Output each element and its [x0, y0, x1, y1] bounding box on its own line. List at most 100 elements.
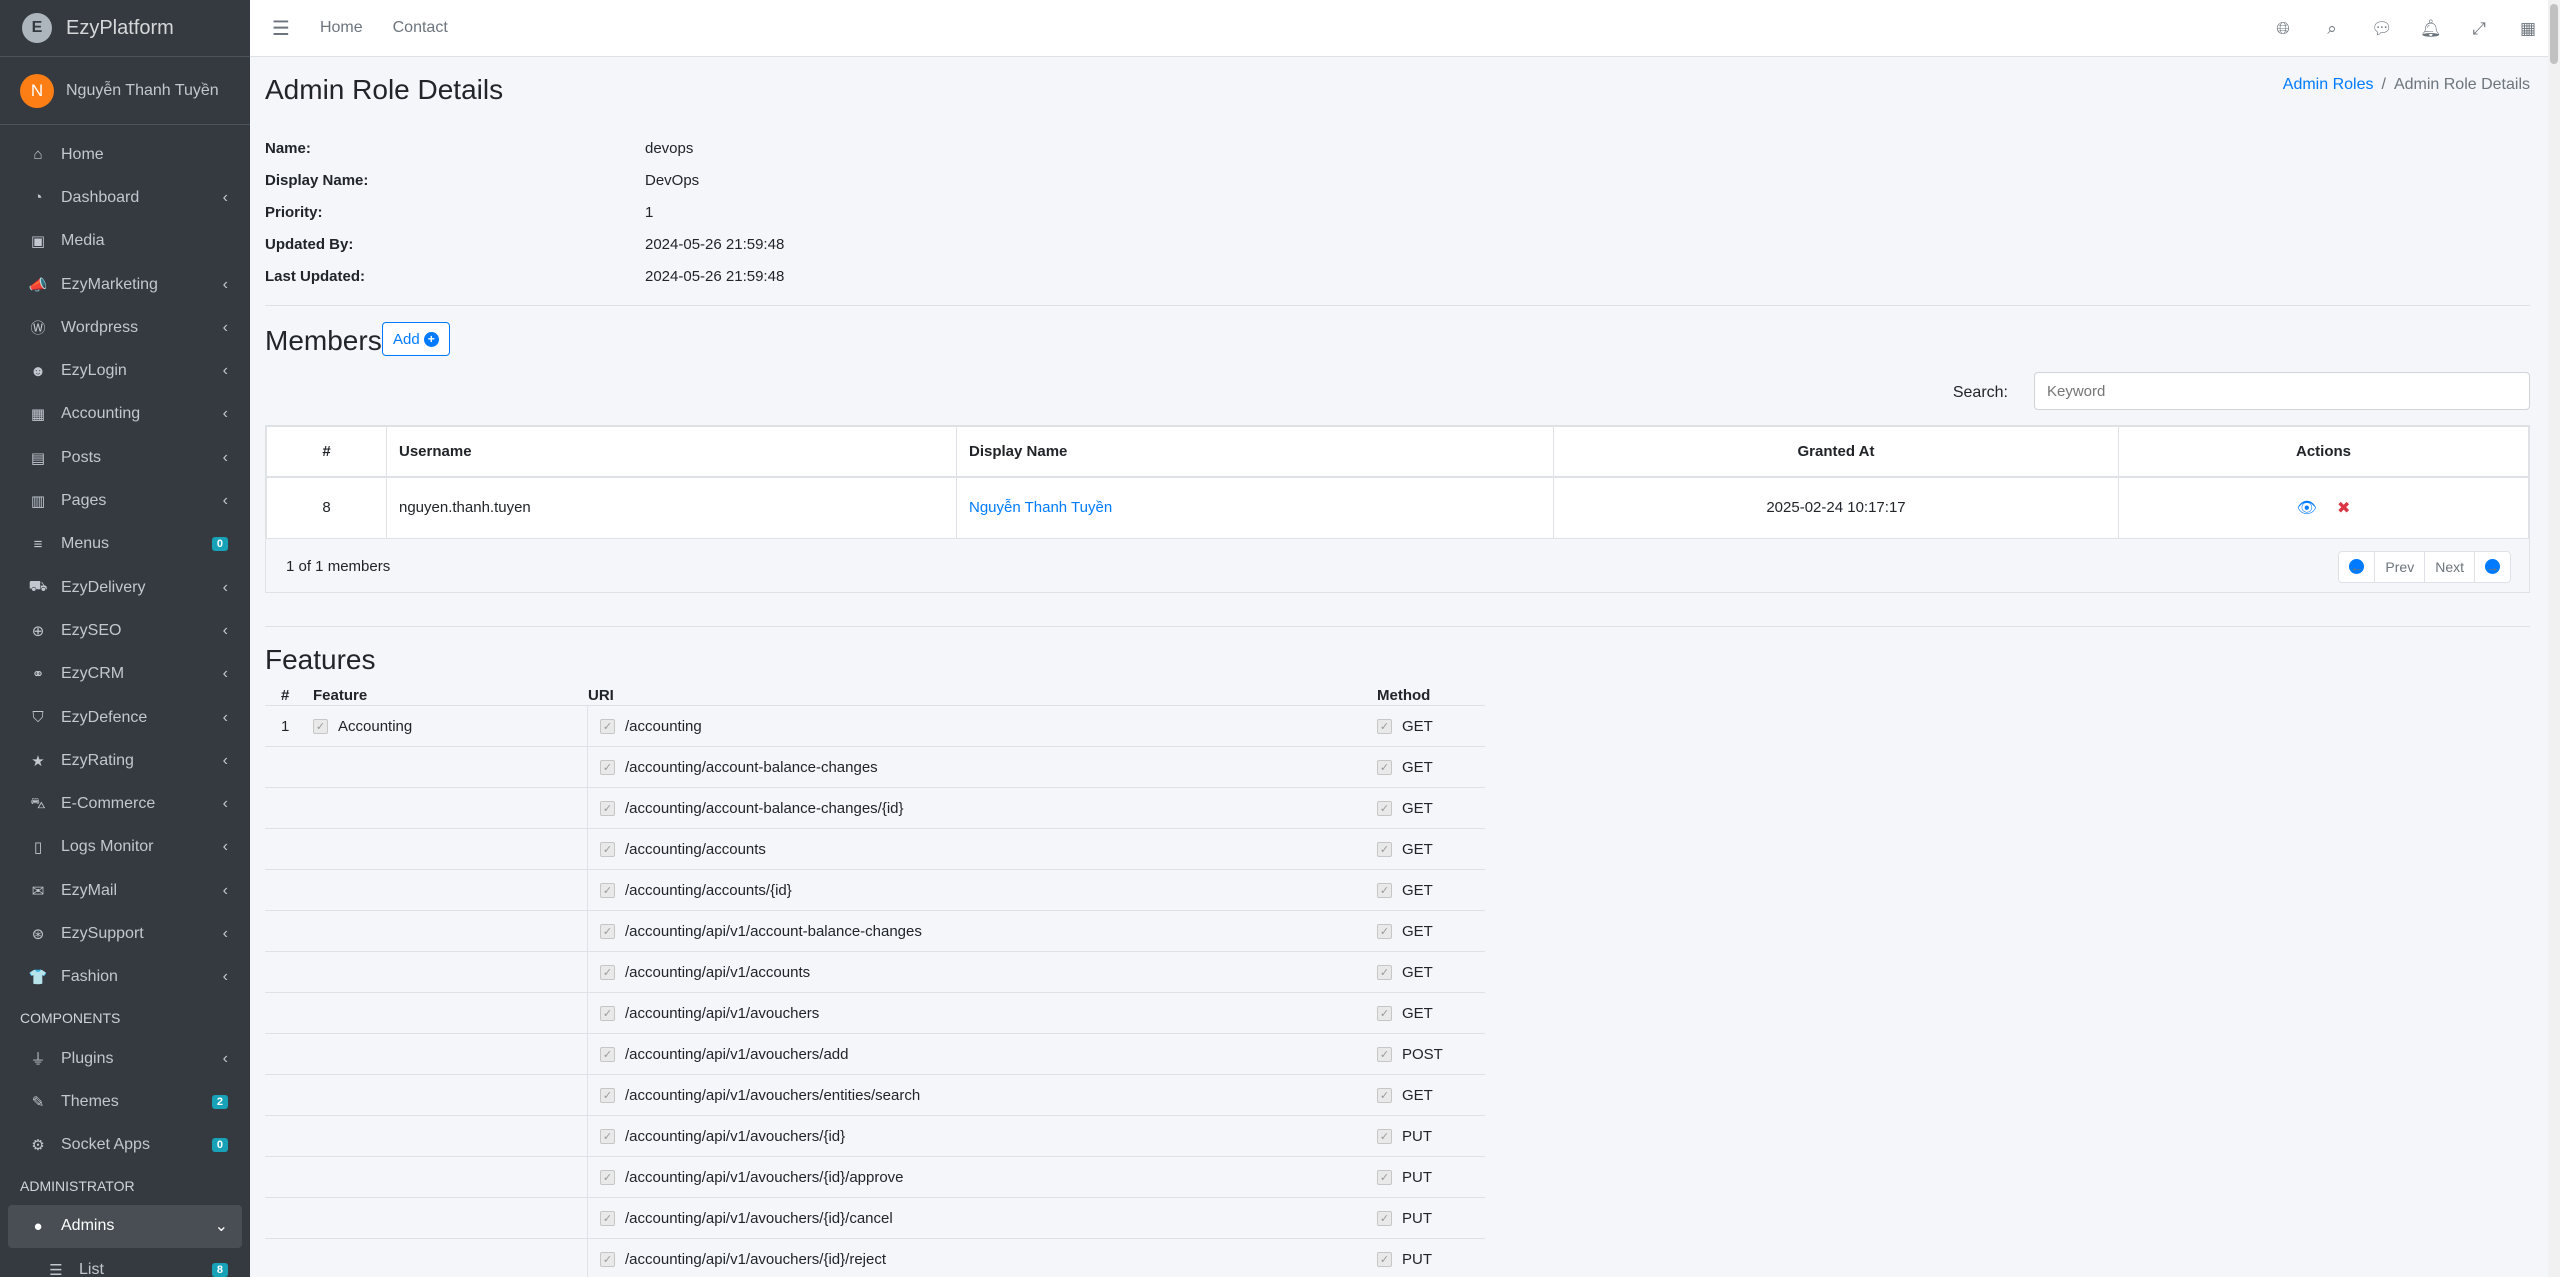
method-checkbox[interactable]: ✓: [1377, 1087, 1392, 1103]
sidebar-item-accounting[interactable]: ▦ Accounting ‹: [0, 393, 250, 436]
detail-label: Last Updated:: [265, 267, 366, 285]
method-text: GET: [1402, 922, 1433, 940]
fullscreen-icon[interactable]: ⤢: [2469, 19, 2489, 39]
sidebar-item-ezyseo[interactable]: ⊕ EzySEO ‹: [0, 609, 250, 652]
member-display-name-link[interactable]: Nguyễn Thanh Tuyền: [969, 499, 1112, 516]
search-input[interactable]: [2034, 372, 2530, 410]
breadcrumb-admin-roles-link[interactable]: Admin Roles: [2283, 76, 2374, 93]
chat-icon[interactable]: 💬︎: [2371, 19, 2393, 39]
members-count: 1 of 1 members: [286, 558, 391, 575]
page-scrollbar[interactable]: [2548, 0, 2560, 1277]
method-checkbox[interactable]: ✓: [1377, 800, 1392, 816]
user-remove-icon[interactable]: ✖︎: [2337, 500, 2350, 517]
sidebar-item-ezymarketing[interactable]: 📣 EzyMarketing ‹: [0, 263, 250, 306]
uri-text: /accounting/api/v1/accounts: [625, 963, 811, 981]
method-checkbox[interactable]: ✓: [1377, 841, 1392, 857]
globe-icon[interactable]: 🌐︎: [2273, 19, 2293, 39]
sidebar-item-menus[interactable]: ≡ Menus 0: [0, 523, 250, 566]
sidebar-item-ezydefence[interactable]: ⛉ EzyDefence ‹: [0, 696, 250, 739]
sidebar-item-logs-monitor[interactable]: ▯ Logs Monitor ‹: [0, 826, 250, 869]
sidebar-item-ezydelivery[interactable]: ⛟ EzyDelivery ‹: [0, 566, 250, 609]
next-button[interactable]: Next: [2425, 551, 2475, 582]
brand[interactable]: E EzyPlatform: [0, 0, 250, 57]
first-page-button[interactable]: ←: [2339, 551, 2376, 582]
sidebar-item-dashboard[interactable]: ◔ Dashboard ‹: [0, 176, 250, 219]
method-checkbox[interactable]: ✓: [1377, 1251, 1392, 1267]
members-title: Members: [265, 325, 382, 356]
wordpress-icon: Ⓦ: [30, 320, 46, 338]
user-panel[interactable]: N Nguyễn Thanh Tuyền: [0, 57, 250, 125]
col-uri-cell: ✓ /accounting/account-balance-changes: [588, 759, 1377, 776]
sidebar-item-list[interactable]: ☰ List 8: [0, 1248, 250, 1277]
method-checkbox[interactable]: ✓: [1377, 1128, 1392, 1144]
detail-value: 2024-05-26 21:59:48: [645, 267, 785, 285]
uri-checkbox[interactable]: ✓: [600, 1087, 615, 1103]
method-text: GET: [1402, 840, 1433, 858]
detail-value: 2024-05-26 21:59:48: [645, 235, 785, 253]
sidebar-item-ezycrm[interactable]: ⚭ EzyCRM ‹: [0, 653, 250, 696]
method-checkbox[interactable]: ✓: [1377, 1046, 1392, 1062]
bell-icon[interactable]: 🔔︎: [2420, 19, 2442, 39]
col-uri-cell: ✓ /accounting/api/v1/avouchers/{id}/rejec…: [588, 1251, 1377, 1268]
eye-icon[interactable]: 👁︎: [2297, 500, 2317, 517]
sidebar-item-socket-apps[interactable]: ⚙ Socket Apps 0: [0, 1124, 250, 1167]
uri-checkbox[interactable]: ✓: [600, 1169, 615, 1185]
uri-checkbox[interactable]: ✓: [600, 759, 615, 775]
chevron-left-icon: ‹: [222, 492, 228, 510]
sidebar-item-ezysupport[interactable]: ⊛ EzySupport ‹: [0, 912, 250, 955]
scroll-thumb[interactable]: [2550, 4, 2558, 64]
apps-grid-icon[interactable]: ▦: [2518, 19, 2538, 39]
uri-checkbox[interactable]: ✓: [600, 1046, 615, 1062]
chevron-left-icon: ‹: [222, 275, 228, 293]
sidebar-item-ezyrating[interactable]: ★ EzyRating ‹: [0, 739, 250, 782]
uri-checkbox[interactable]: ✓: [600, 1210, 615, 1226]
col-uri-cell: ✓ /accounting/api/v1/avouchers: [588, 1005, 1377, 1022]
uri-checkbox[interactable]: ✓: [600, 841, 615, 857]
feature-checkbox[interactable]: ✓: [313, 718, 328, 734]
sidebar-item-media[interactable]: ▣ Media: [0, 220, 250, 263]
uri-checkbox[interactable]: ✓: [600, 800, 615, 816]
sidebar-item-themes[interactable]: ✎ Themes 2: [0, 1080, 250, 1123]
method-checkbox[interactable]: ✓: [1377, 718, 1392, 734]
sidebar-item-pages[interactable]: ▥ Pages ‹: [0, 479, 250, 522]
method-checkbox[interactable]: ✓: [1377, 1005, 1392, 1021]
method-checkbox[interactable]: ✓: [1377, 1210, 1392, 1226]
uri-text: /accounting/api/v1/avouchers: [625, 1004, 820, 1022]
bullhorn-icon: 📣: [28, 276, 48, 294]
sidebar-item-fashion[interactable]: 👕 Fashion ‹: [0, 956, 250, 999]
prev-button[interactable]: Prev: [2375, 551, 2426, 582]
uri-checkbox[interactable]: ✓: [600, 964, 615, 980]
method-checkbox[interactable]: ✓: [1377, 964, 1392, 980]
uri-checkbox[interactable]: ✓: [600, 882, 615, 898]
brand-logo-icon: E: [22, 13, 52, 43]
sidebar-item-admins[interactable]: ● Admins ⌄: [8, 1204, 242, 1249]
method-checkbox[interactable]: ✓: [1377, 882, 1392, 898]
hamburger-menu-icon[interactable]: ☰: [272, 16, 290, 41]
sidebar-item-ezymail[interactable]: ✉ EzyMail ‹: [0, 869, 250, 912]
uri-checkbox[interactable]: ✓: [600, 1251, 615, 1267]
method-checkbox[interactable]: ✓: [1377, 759, 1392, 775]
chevron-left-icon: ‹: [222, 621, 228, 639]
uri-checkbox[interactable]: ✓: [600, 718, 615, 734]
method-checkbox[interactable]: ✓: [1377, 1169, 1392, 1185]
search-icon[interactable]: ⌕: [2322, 19, 2342, 39]
uri-text: /accounting: [625, 717, 702, 735]
sidebar-item-wordpress[interactable]: Ⓦ Wordpress ‹: [0, 306, 250, 349]
brush-icon: ✎: [31, 1093, 45, 1111]
add-member-button[interactable]: Add +: [382, 322, 450, 356]
uri-text: /accounting/api/v1/avouchers/{id}: [625, 1127, 846, 1145]
member-num: 8: [266, 476, 387, 539]
uri-checkbox[interactable]: ✓: [600, 1005, 615, 1021]
nav-home-link[interactable]: Home: [320, 19, 363, 37]
last-page-button[interactable]: →: [2475, 552, 2510, 582]
sidebar-item-plugins[interactable]: ⏚ Plugins ‹: [0, 1037, 250, 1080]
sidebar-item-ezylogin[interactable]: ☻ EzyLogin ‹: [0, 349, 250, 392]
uri-checkbox[interactable]: ✓: [600, 923, 615, 939]
sidebar-item-home[interactable]: ⌂ Home: [0, 133, 250, 176]
col-feature: Feature: [313, 687, 368, 704]
uri-checkbox[interactable]: ✓: [600, 1128, 615, 1144]
sidebar-item-e-commerce[interactable]: ⛍ E-Commerce ‹: [0, 782, 250, 825]
method-checkbox[interactable]: ✓: [1377, 923, 1392, 939]
sidebar-item-posts[interactable]: ▤ Posts ‹: [0, 436, 250, 479]
nav-contact-link[interactable]: Contact: [393, 19, 448, 37]
